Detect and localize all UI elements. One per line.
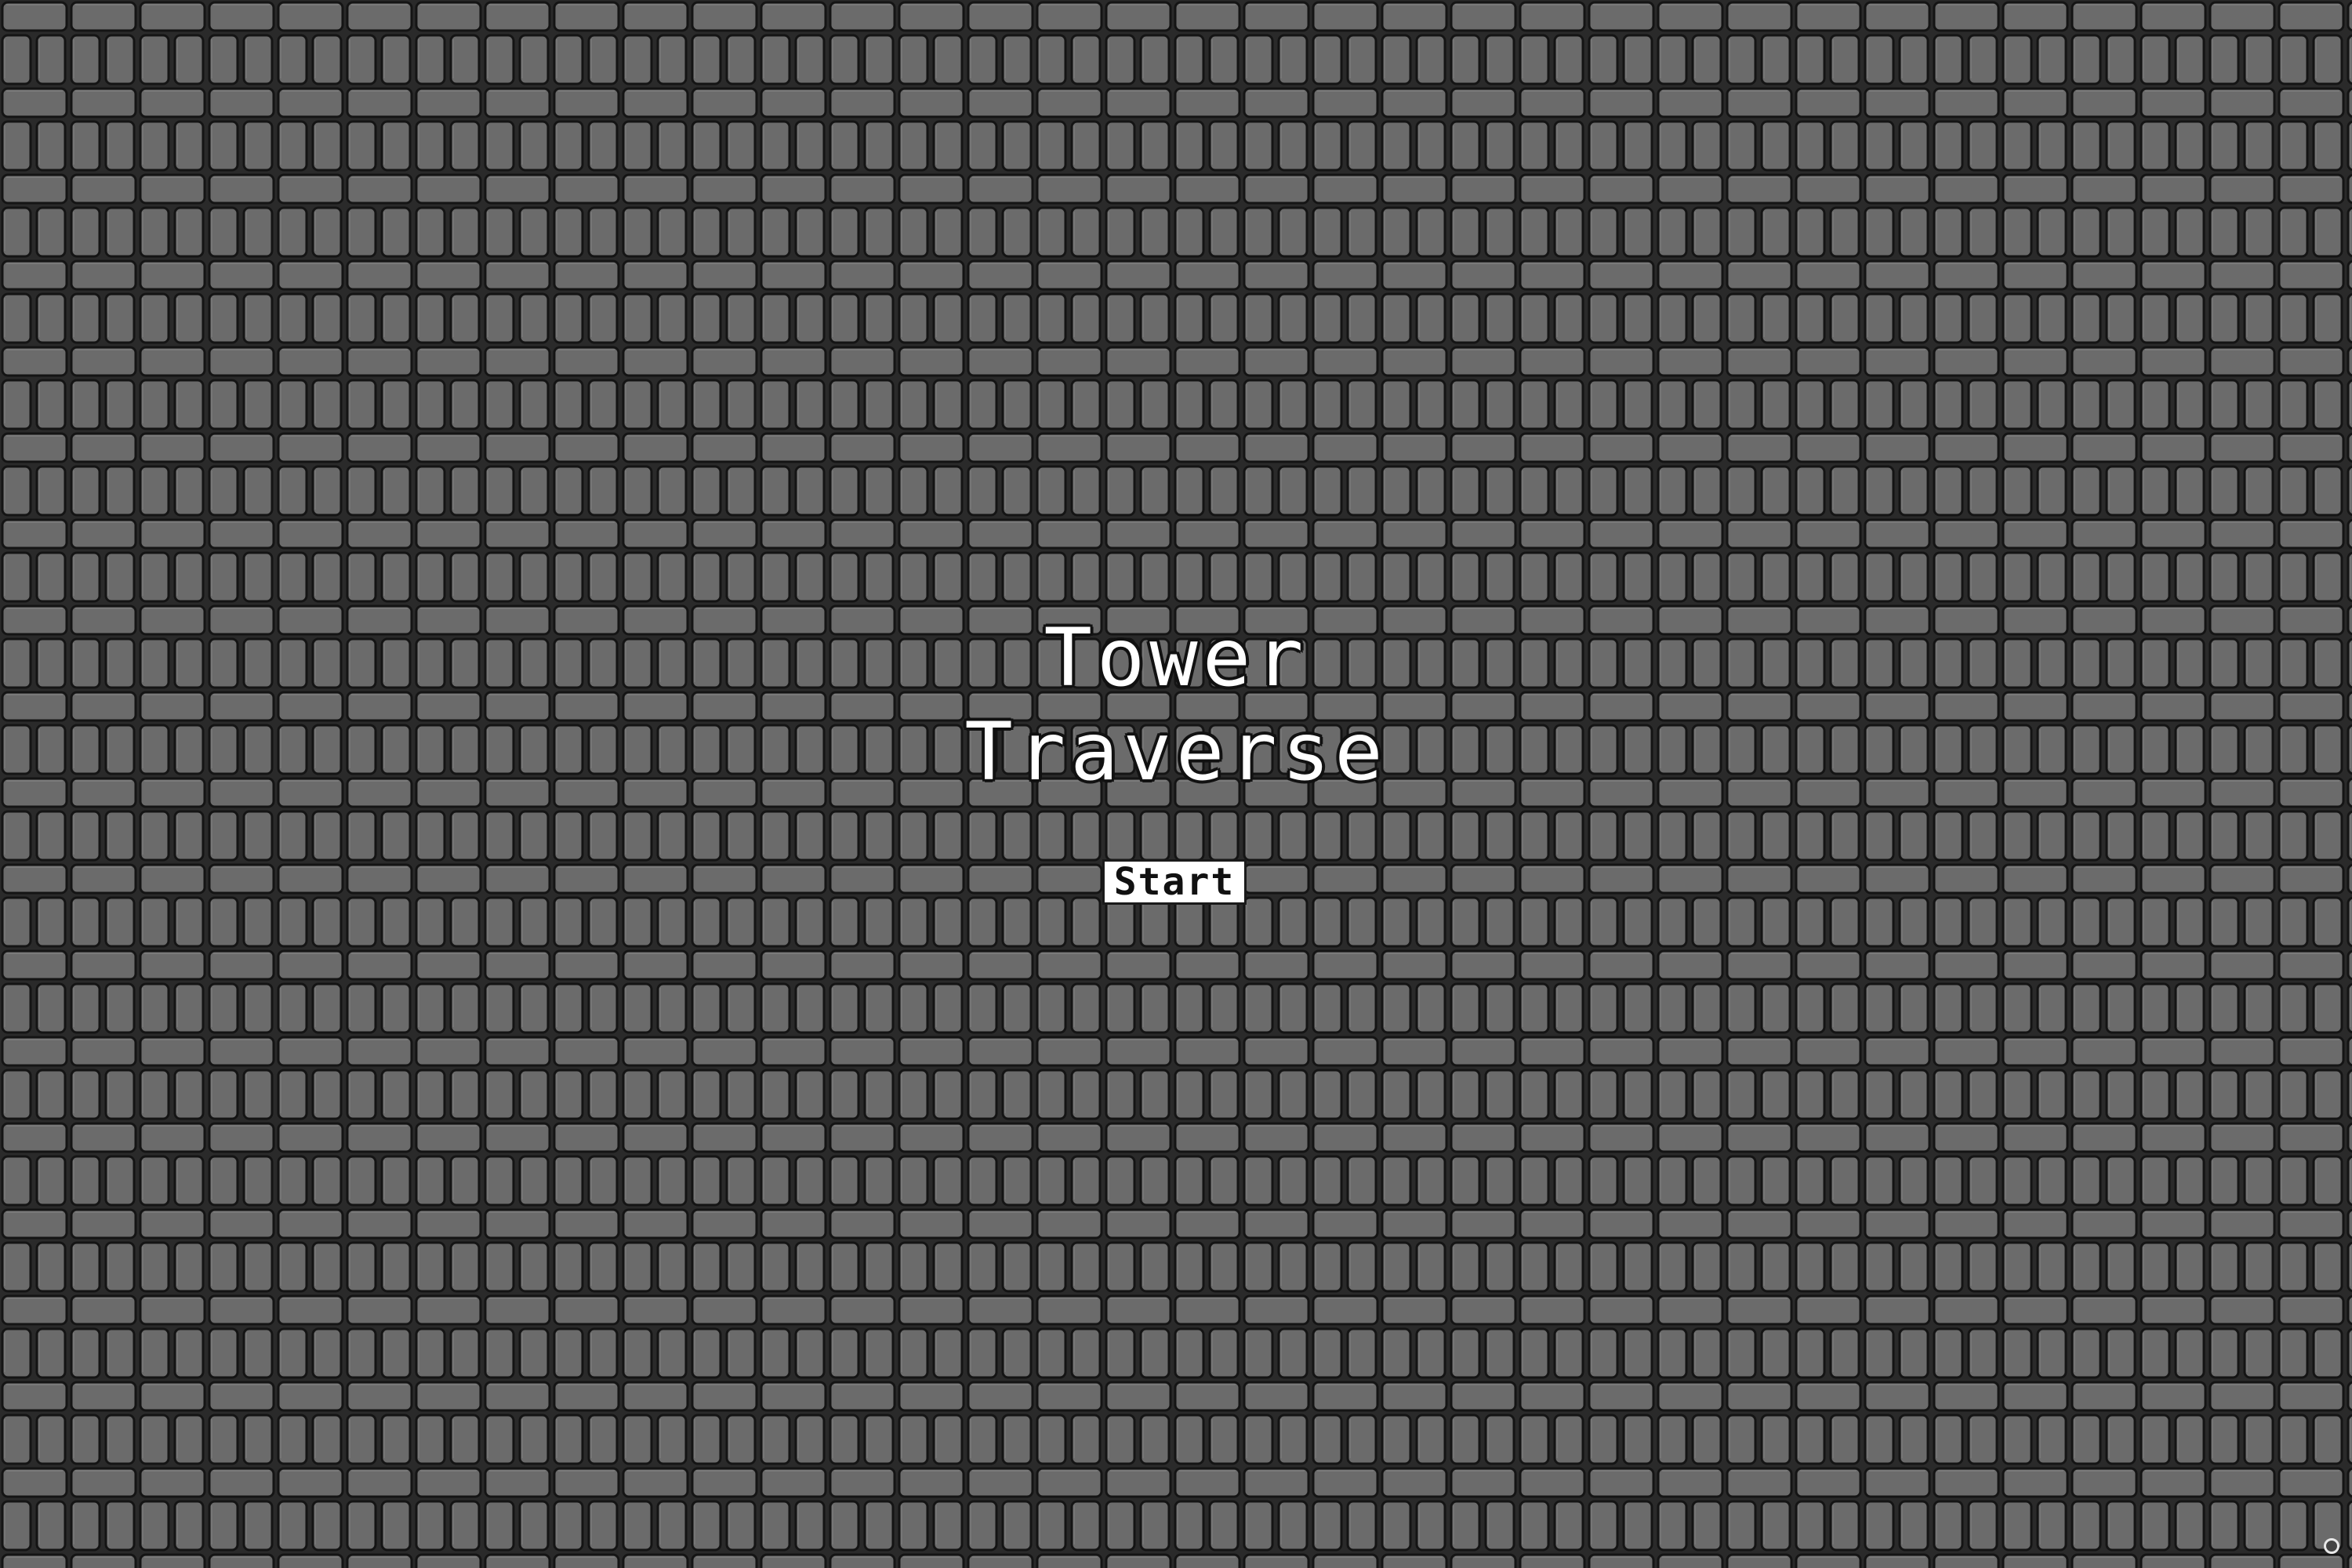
title-line-1: Tower [1044, 612, 1308, 705]
title-line-2: Traverse [964, 706, 1388, 799]
start-button[interactable]: Start [1102, 859, 1247, 905]
game-screen: Tower Traverse Start [0, 0, 2352, 1568]
game-title: Tower Traverse [0, 612, 2352, 800]
circle-icon [2324, 1538, 2339, 1554]
